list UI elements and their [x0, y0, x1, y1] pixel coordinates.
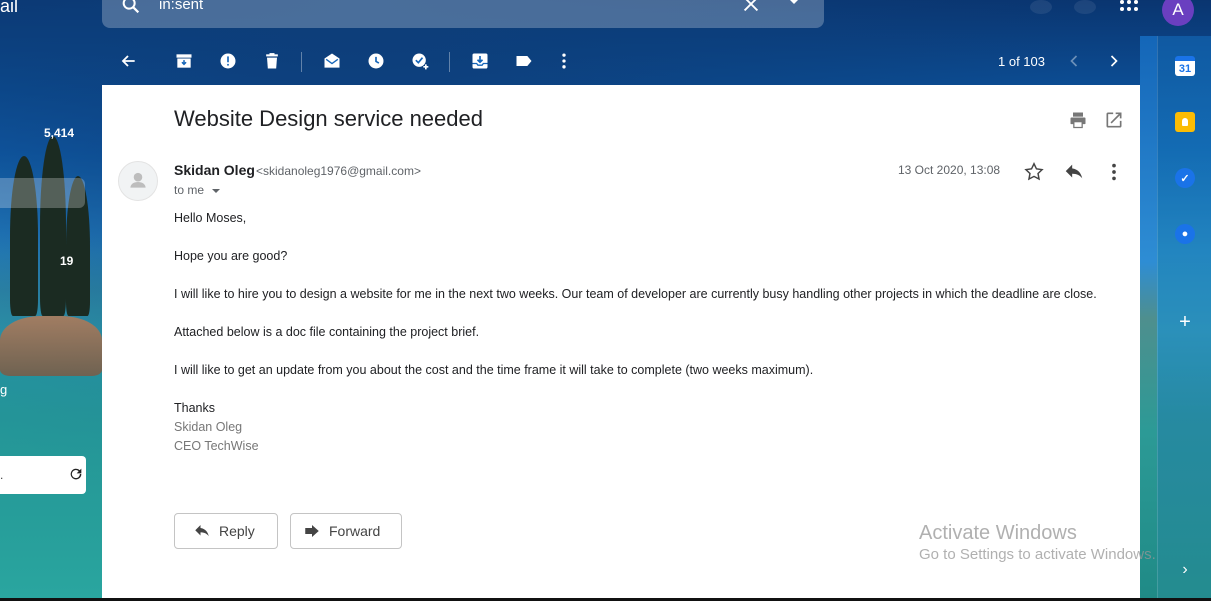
hangouts-card[interactable]: .: [0, 456, 86, 494]
report-spam-icon: [220, 53, 236, 69]
more-actions-button[interactable]: [553, 50, 575, 72]
reply-icon[interactable]: [1063, 161, 1085, 183]
contacts-icon[interactable]: ●: [1175, 224, 1195, 244]
trash-icon: [266, 53, 278, 69]
mark-unread-icon: [324, 53, 340, 68]
delete-button[interactable]: [261, 50, 283, 72]
settings-icon[interactable]: [1074, 0, 1096, 14]
body-greeting: Hello Moses,: [174, 211, 247, 225]
inbox-count: 5,414: [44, 126, 75, 140]
sender-email: <skidanoleg1976@gmail.com>: [256, 164, 421, 178]
add-task-icon: [412, 53, 429, 70]
reply-icon: [195, 525, 209, 537]
message-body: Hello Moses, Hope you are good? I will l…: [174, 209, 1114, 456]
toolbar-divider: [449, 52, 450, 72]
report-spam-button[interactable]: [217, 50, 239, 72]
tree-silhouette: [40, 136, 66, 316]
sender-avatar[interactable]: [118, 161, 158, 201]
label-icon: [516, 56, 532, 66]
more-vert-icon: [562, 53, 566, 69]
message-toolbar: 1 of 103: [102, 36, 1140, 85]
back-arrow-icon: [121, 55, 135, 67]
star-icon[interactable]: [1023, 161, 1045, 183]
reply-label: Reply: [219, 523, 255, 539]
rocks: [0, 316, 102, 376]
archive-button[interactable]: [173, 50, 195, 72]
toolbar-divider: [301, 52, 302, 72]
move-to-inbox-icon: [472, 53, 488, 69]
app-brand[interactable]: ail: [0, 0, 18, 17]
recipients-caret-icon[interactable]: [212, 189, 220, 193]
keep-icon[interactable]: [1175, 112, 1195, 132]
account-avatar[interactable]: A: [1162, 0, 1194, 26]
nav-item-highlight[interactable]: [0, 178, 85, 208]
mark-unread-button[interactable]: [321, 50, 343, 72]
clear-search-icon[interactable]: [740, 0, 762, 15]
search-input[interactable]: in:sent: [159, 0, 203, 13]
body-thanks: Thanks: [174, 401, 215, 415]
side-apps-bar: 31 ✓ ● + ›: [1157, 36, 1211, 601]
folder-count: 19: [60, 254, 74, 268]
clock-icon: [368, 53, 384, 69]
background-scene-left: [0, 36, 102, 601]
search-bar[interactable]: in:sent: [102, 0, 824, 28]
pagination-text: 1 of 103: [998, 54, 1045, 69]
activation-watermark-subtitle: Go to Settings to activate Windows.: [919, 546, 1156, 563]
open-in-new-window-icon[interactable]: [1104, 110, 1124, 130]
calendar-day: 31: [1178, 62, 1192, 75]
body-paragraph: I will like to hire you to design a webs…: [174, 287, 1097, 301]
move-to-button[interactable]: [469, 50, 491, 72]
body-paragraph: Attached below is a doc file containing …: [174, 325, 480, 339]
older-chevron-icon[interactable]: [1104, 51, 1124, 71]
newer-chevron-icon[interactable]: [1064, 51, 1084, 71]
snooze-button[interactable]: [365, 50, 387, 72]
print-icon[interactable]: [1068, 110, 1088, 130]
person-icon: [130, 172, 146, 188]
nav-label-fragment: g: [0, 382, 8, 397]
body-paragraph: I will like to get an update from you ab…: [174, 363, 814, 377]
recipients-toggle[interactable]: to me: [174, 183, 204, 197]
top-bar: ail in:sent A: [0, 0, 1211, 36]
message-date: 13 Oct 2020, 13:08: [898, 163, 1001, 177]
back-button[interactable]: [117, 50, 139, 72]
calendar-icon[interactable]: 31: [1175, 56, 1195, 76]
forward-label: Forward: [329, 523, 381, 539]
signature-title: CEO TechWise: [174, 439, 259, 453]
forward-icon: [305, 525, 319, 537]
more-vert-icon[interactable]: [1103, 161, 1125, 183]
refresh-icon[interactable]: [68, 466, 84, 482]
support-icon[interactable]: [1030, 0, 1052, 14]
reply-button[interactable]: Reply: [174, 513, 278, 549]
tasks-icon[interactable]: ✓: [1175, 168, 1195, 188]
message-subject: Website Design service needed: [174, 106, 483, 131]
card-fragment: .: [0, 468, 4, 482]
apps-grid-icon[interactable]: [1118, 0, 1142, 16]
search-options-icon[interactable]: [788, 0, 800, 4]
body-paragraph: Hope you are good?: [174, 249, 288, 263]
activation-watermark-title: Activate Windows: [919, 522, 1077, 544]
signature-name: Skidan Oleg: [174, 420, 243, 434]
add-to-tasks-button[interactable]: [409, 50, 431, 72]
expand-panel-icon[interactable]: ›: [1175, 560, 1195, 580]
sender-name[interactable]: Skidan Oleg: [174, 162, 255, 178]
forward-button[interactable]: Forward: [290, 513, 402, 549]
add-addon-icon[interactable]: +: [1175, 311, 1195, 333]
search-icon[interactable]: [120, 0, 142, 16]
labels-button[interactable]: [513, 50, 535, 72]
archive-icon: [176, 54, 192, 68]
background-scene-right: [1140, 36, 1157, 601]
